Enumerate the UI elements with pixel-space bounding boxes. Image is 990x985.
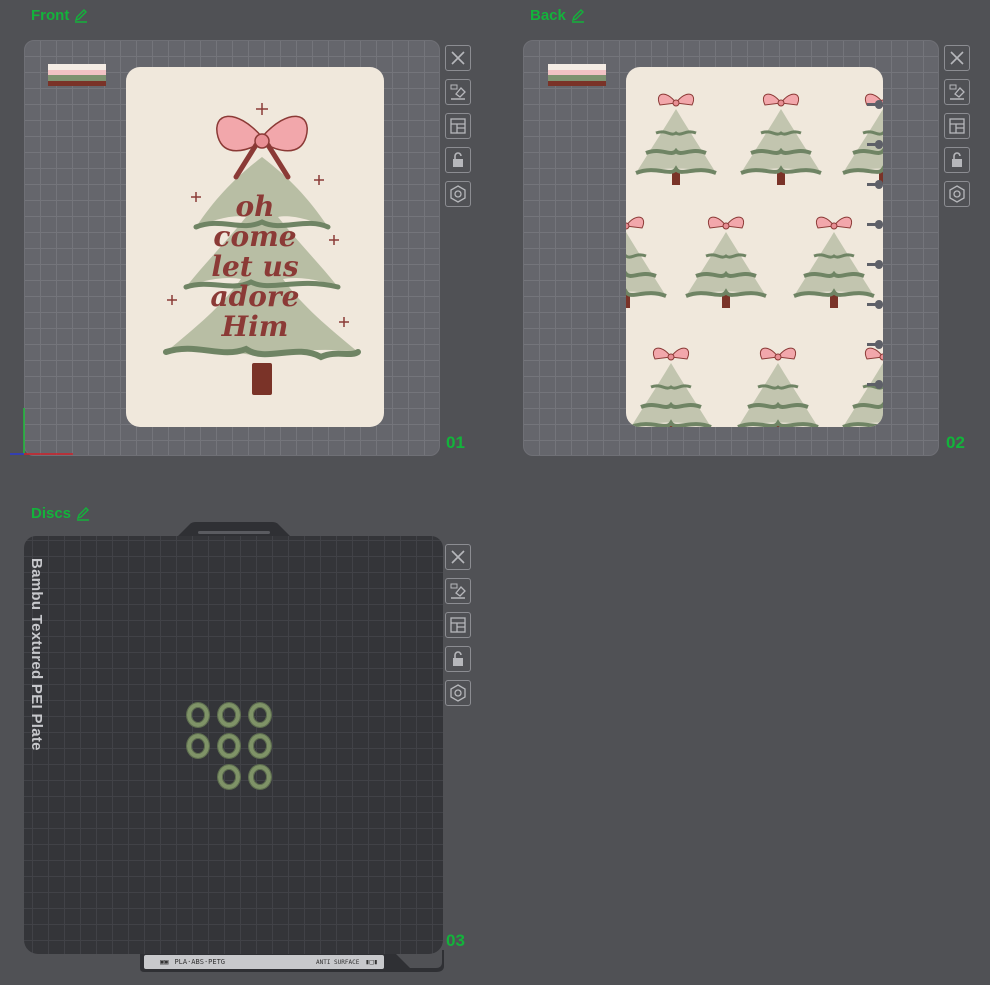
disc-part[interactable]: [218, 703, 240, 727]
lettering-line: let us: [211, 250, 299, 283]
lock-plate-button[interactable]: [944, 147, 970, 173]
plate-name: Discs: [31, 505, 72, 522]
disc-part[interactable]: [249, 703, 271, 727]
disc-part[interactable]: [249, 734, 271, 758]
card-lettering: oh come let us adore Him: [126, 192, 384, 342]
bed-type-label: Bambu Textured PEI Plate: [28, 558, 45, 751]
close-plate-button[interactable]: [445, 544, 471, 570]
edit-icon[interactable]: [570, 8, 586, 24]
plate-settings-button[interactable]: [445, 680, 471, 706]
auto-orient-icon: [450, 583, 466, 599]
lock-icon: [453, 651, 463, 666]
settings-icon: [450, 185, 466, 203]
close-icon: [950, 51, 964, 65]
close-icon: [451, 51, 465, 65]
arrange-button[interactable]: [445, 612, 471, 638]
plate-symbols-icon: ▮□▮: [365, 958, 378, 966]
plate-title-front[interactable]: Front: [31, 7, 89, 24]
settings-icon: [450, 684, 466, 702]
auto-orient-icon: [450, 84, 466, 100]
plate-logo-icon: ▣▣: [160, 958, 169, 966]
plate-toolbar: [445, 544, 471, 706]
material-text: PLA·ABS·PETG: [174, 958, 226, 966]
disc-part[interactable]: [249, 765, 271, 789]
plate-name: Front: [31, 7, 70, 24]
plate-title-back[interactable]: Back: [530, 7, 586, 24]
back-card-model[interactable]: [626, 67, 883, 427]
arrange-icon: [450, 118, 466, 134]
auto-orient-button[interactable]: [445, 79, 471, 105]
axis-gizmo: [10, 408, 73, 455]
plate-number: 02: [946, 433, 965, 452]
filament-swatch: [48, 64, 106, 86]
tree-pattern-artwork: [626, 92, 883, 427]
plate-toolbar: [944, 45, 970, 207]
arrange-icon: [450, 617, 466, 633]
card-pegs: [867, 100, 883, 389]
arrange-icon: [949, 118, 965, 134]
auto-orient-button[interactable]: [944, 79, 970, 105]
filament-swatch: [548, 64, 606, 86]
surface-text: ANTI SURFACE: [315, 958, 360, 966]
plate-title-discs[interactable]: Discs: [31, 505, 91, 522]
disc-part[interactable]: [218, 734, 240, 758]
plate-footer-label: ▣▣ PLA·ABS·PETG ANTI SURFACE ▮□▮: [144, 955, 384, 969]
lock-plate-button[interactable]: [445, 147, 471, 173]
close-plate-button[interactable]: [944, 45, 970, 71]
lock-icon: [952, 152, 962, 167]
plate-number: 03: [446, 931, 465, 950]
front-card-model[interactable]: oh come let us adore Him: [126, 67, 384, 427]
close-icon: [451, 550, 465, 564]
plate-settings-button[interactable]: [445, 181, 471, 207]
disc-part[interactable]: [187, 703, 209, 727]
lettering-line: Him: [221, 310, 289, 343]
lettering-line: oh: [235, 190, 275, 223]
lettering-line: adore: [210, 280, 300, 313]
arrange-button[interactable]: [944, 113, 970, 139]
lettering-line: come: [213, 220, 297, 253]
plate-number: 01: [446, 433, 465, 452]
close-plate-button[interactable]: [445, 45, 471, 71]
auto-orient-button[interactable]: [445, 578, 471, 604]
arrange-button[interactable]: [445, 113, 471, 139]
lock-plate-button[interactable]: [445, 646, 471, 672]
edit-icon[interactable]: [73, 8, 89, 24]
lock-icon: [453, 152, 463, 167]
plate-name: Back: [530, 7, 566, 24]
edit-icon[interactable]: [75, 506, 91, 522]
auto-orient-icon: [949, 84, 965, 100]
settings-icon: [949, 185, 965, 203]
plate-settings-button[interactable]: [944, 181, 970, 207]
disc-part[interactable]: [218, 765, 240, 789]
disc-part[interactable]: [187, 734, 209, 758]
plate-toolbar: [445, 45, 471, 207]
